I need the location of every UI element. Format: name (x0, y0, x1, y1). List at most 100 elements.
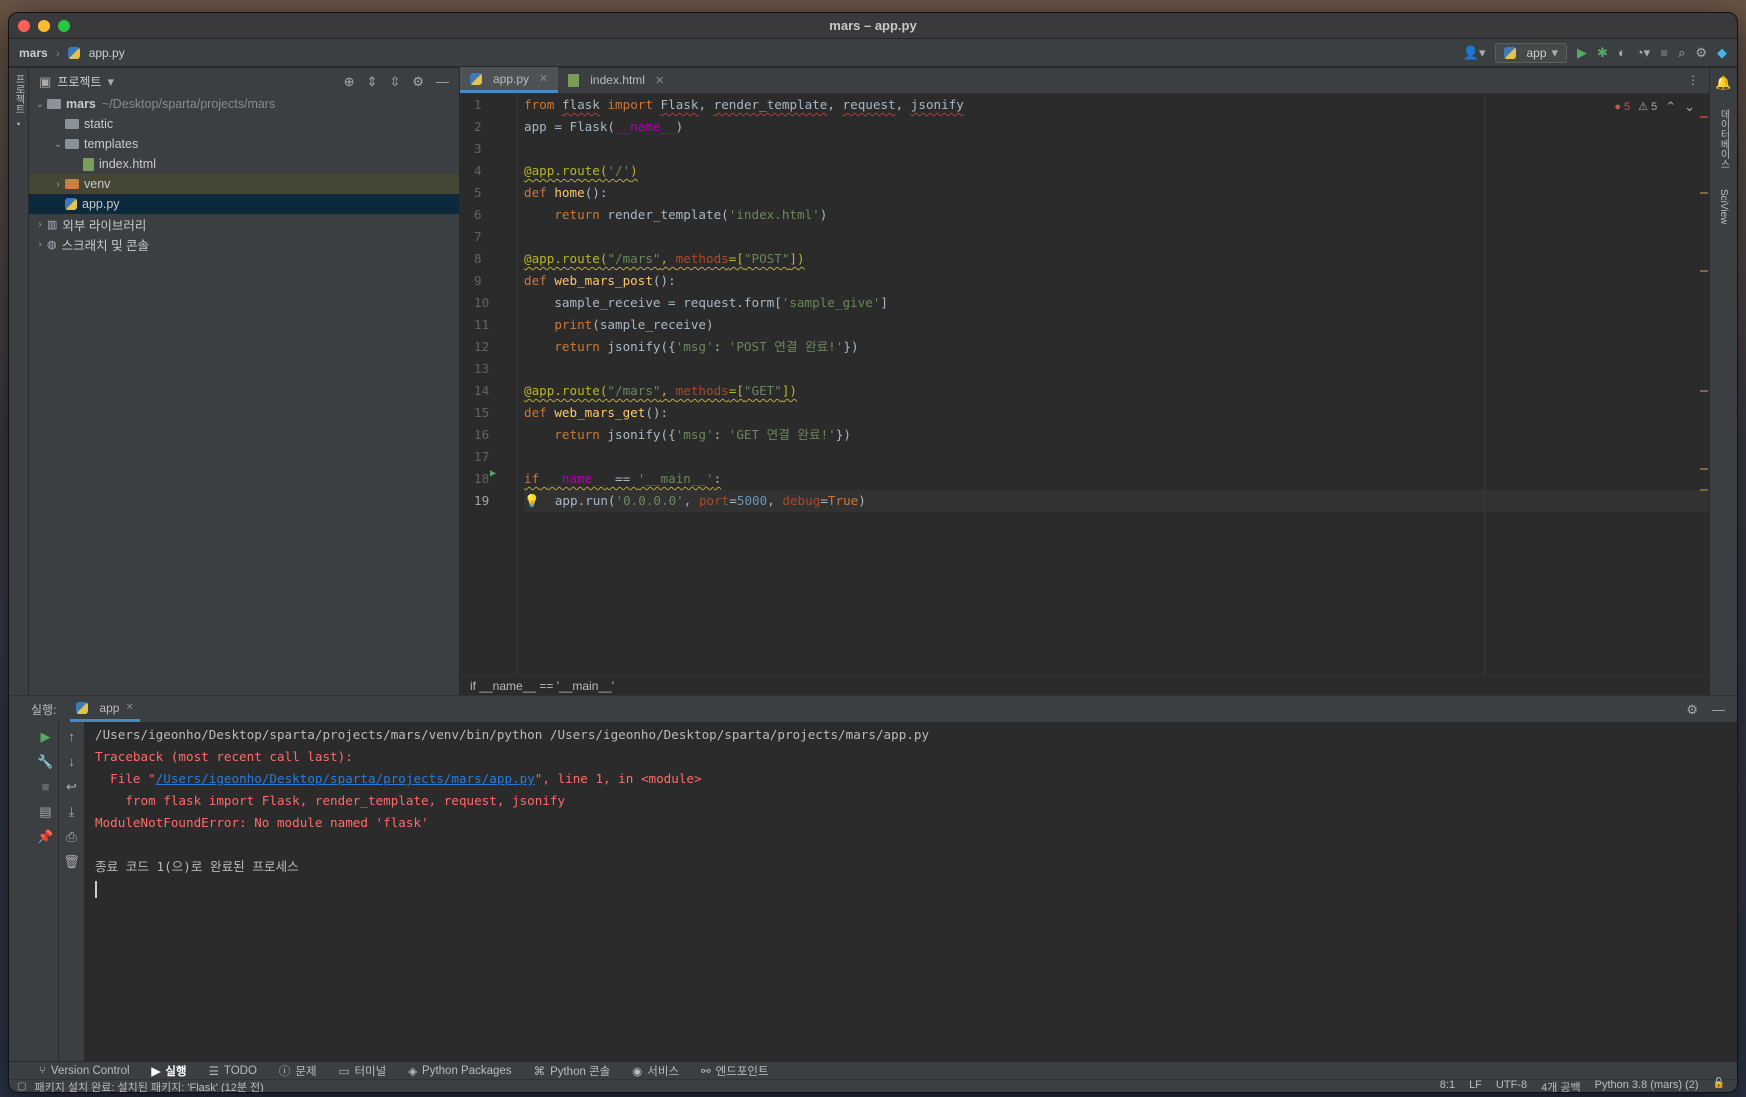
traceback-file-link[interactable]: /Users/igeonho/Desktop/sparta/projects/m… (156, 771, 535, 786)
tree-item-static[interactable]: static (29, 114, 459, 134)
indent-setting[interactable]: 4개 공백 (1541, 1079, 1581, 1092)
tool-problems[interactable]: ⓘ 문제 (279, 1063, 317, 1079)
arrow-up-icon[interactable]: ↑ (68, 730, 75, 743)
print-icon[interactable]: ⎙ (66, 830, 76, 843)
tree-item-app-py[interactable]: app.py (29, 194, 459, 214)
close-icon[interactable]: ✕ (539, 72, 548, 85)
code-breadcrumb[interactable]: if __name__ == '__main__' (460, 675, 1709, 695)
python-file-icon (470, 72, 482, 85)
tool-todo[interactable]: ☰ TODO (209, 1064, 257, 1078)
left-tool-strip-lower (9, 722, 33, 1062)
error-stripe[interactable] (1699, 94, 1709, 675)
lightbulb-icon[interactable]: 💡 (524, 493, 540, 508)
tree-item-label: index.html (99, 157, 156, 171)
chevron-right-icon[interactable]: › (33, 239, 47, 250)
run-tab-app[interactable]: app ✕ (70, 696, 140, 722)
run-config-select[interactable]: app ▾ (1495, 42, 1568, 63)
code-area[interactable]: 1 2 3 4 5 6 7 8 9 10 11 12 13 14 15 16 1 (460, 94, 1709, 675)
arrow-down-icon[interactable]: ↓ (68, 755, 75, 768)
rerun-icon[interactable]: ▶ (41, 730, 51, 743)
tab-index-html[interactable]: index.html ✕ (558, 67, 674, 93)
run-icon[interactable]: ▶ (1577, 46, 1587, 59)
chevron-up-icon[interactable]: ⌃ (1665, 100, 1676, 113)
project-tool-tab[interactable]: 프로젝트 (11, 74, 26, 114)
pin-icon[interactable]: 📌 (37, 830, 53, 843)
chevron-right-icon[interactable]: › (33, 219, 47, 230)
trash-icon[interactable]: 🗑 (63, 855, 80, 868)
layout-icon[interactable]: ▤ (39, 805, 51, 818)
debug-icon[interactable]: ✱ (1597, 46, 1608, 59)
tree-item-templates[interactable]: ⌄ templates (29, 134, 459, 154)
console-output[interactable]: /Users/igeonho/Desktop/sparta/projects/m… (85, 722, 1737, 1062)
run-gutter-icon[interactable]: ▶ (490, 468, 496, 479)
python-file-icon (1504, 46, 1517, 59)
hide-icon[interactable]: — (1712, 703, 1725, 716)
lock-icon[interactable]: 🔓 (1713, 1079, 1725, 1092)
search-icon[interactable]: ⌕ (1678, 46, 1685, 59)
toggle-panels-icon[interactable]: ▢ (17, 1082, 26, 1092)
zoom-window-button[interactable] (58, 20, 70, 32)
close-window-button[interactable] (18, 20, 30, 32)
line-separator[interactable]: LF (1469, 1079, 1482, 1092)
code-text[interactable]: from flask import Flask, render_template… (518, 94, 1709, 675)
stop-icon[interactable]: ■ (1660, 46, 1668, 59)
tool-python-packages[interactable]: ◈ Python Packages (408, 1064, 511, 1078)
chevron-down-icon[interactable]: ⌄ (1684, 100, 1695, 113)
tree-item-mars[interactable]: ⌄ mars ~/Desktop/sparta/projects/mars (29, 94, 459, 114)
close-icon[interactable]: ✕ (125, 702, 133, 713)
user-icon[interactable]: 👤▾ (1463, 46, 1486, 59)
hide-icon[interactable]: — (436, 75, 449, 88)
project-panel-title[interactable]: 프로젝트 (57, 73, 101, 90)
jetbrains-icon[interactable]: ◆ (1717, 46, 1727, 59)
chevron-down-icon[interactable]: ▾ (107, 75, 114, 88)
list-icon: ☰ (208, 1065, 219, 1078)
python-file-icon (65, 198, 77, 210)
profile-icon[interactable]: ◔▾ (1636, 46, 1650, 59)
expand-all-icon[interactable]: ⇕ (367, 75, 378, 88)
tool-terminal[interactable]: ▭ 터미널 (339, 1063, 387, 1079)
tool-run[interactable]: ▶ 실행 (152, 1063, 187, 1079)
line-number: 7 (474, 229, 482, 244)
tool-services[interactable]: ◉ 서비스 (632, 1063, 679, 1079)
tool-python-console[interactable]: ⌘ Python 콘솔 (534, 1063, 611, 1079)
chevron-down-icon[interactable]: ⌄ (33, 99, 47, 110)
tool-version-control[interactable]: ⑂ Version Control (39, 1065, 130, 1077)
console-line: 종료 코드 1(으)로 완료된 프로세스 (95, 859, 299, 874)
sciview-tool-tab[interactable]: SciView (1718, 189, 1729, 224)
caret-position[interactable]: 8:1 (1440, 1079, 1455, 1092)
locate-icon[interactable]: ⊕ (344, 75, 355, 88)
chevron-right-icon[interactable]: › (51, 179, 65, 190)
status-message[interactable]: 패키지 설치 완료: 설치된 패키지: 'Flask' (12분 전) (34, 1079, 263, 1092)
html-file-icon (568, 73, 580, 87)
console-input-line[interactable] (95, 878, 1727, 900)
tree-item-venv[interactable]: › venv (29, 174, 459, 194)
tab-app-py[interactable]: app.py ✕ (460, 67, 559, 93)
python-interpreter[interactable]: Python 3.8 (mars) (2) (1595, 1079, 1699, 1092)
wrench-icon[interactable]: 🔧 (37, 755, 53, 768)
tree-item-index-html[interactable]: index.html (29, 154, 459, 174)
coverage-icon[interactable]: ◐ (1618, 46, 1626, 59)
breadcrumb-file[interactable]: app.py (89, 46, 125, 60)
console-line: ModuleNotFoundError: No module named 'fl… (95, 815, 429, 830)
tool-endpoints[interactable]: ⚯ 엔드포인트 (701, 1063, 769, 1079)
notifications-icon[interactable]: 🔔 (1715, 76, 1731, 89)
title-bar: mars – app.py (9, 13, 1737, 39)
tree-item-external-libraries[interactable]: › ▥ 외부 라이브러리 (29, 214, 459, 234)
breadcrumb-project[interactable]: mars (19, 46, 48, 60)
stop-icon[interactable]: ■ (42, 780, 50, 793)
gear-icon[interactable]: ⚙ (1686, 703, 1698, 716)
chevron-down-icon: ▾ (1551, 45, 1559, 60)
file-encoding[interactable]: UTF-8 (1496, 1079, 1527, 1092)
gear-icon[interactable]: ⚙ (1695, 46, 1707, 59)
inspection-widget[interactable]: ● 5 ⚠ 5 ⌃ ⌄ (1614, 100, 1695, 113)
tree-item-scratches[interactable]: › ◍ 스크래치 및 콘솔 (29, 234, 459, 254)
soft-wrap-icon[interactable]: ↩ (66, 780, 77, 793)
gear-icon[interactable]: ⚙ (412, 75, 424, 88)
close-icon[interactable]: ✕ (655, 74, 664, 87)
database-tool-tab[interactable]: 데이터베이스 (1716, 109, 1731, 169)
chevron-down-icon[interactable]: ⌄ (51, 139, 65, 150)
scroll-to-end-icon[interactable]: ⤓ (69, 805, 75, 818)
collapse-all-icon[interactable]: ⇳ (389, 75, 400, 88)
more-icon[interactable]: ⋮ (1677, 73, 1709, 93)
minimize-window-button[interactable] (38, 20, 50, 32)
